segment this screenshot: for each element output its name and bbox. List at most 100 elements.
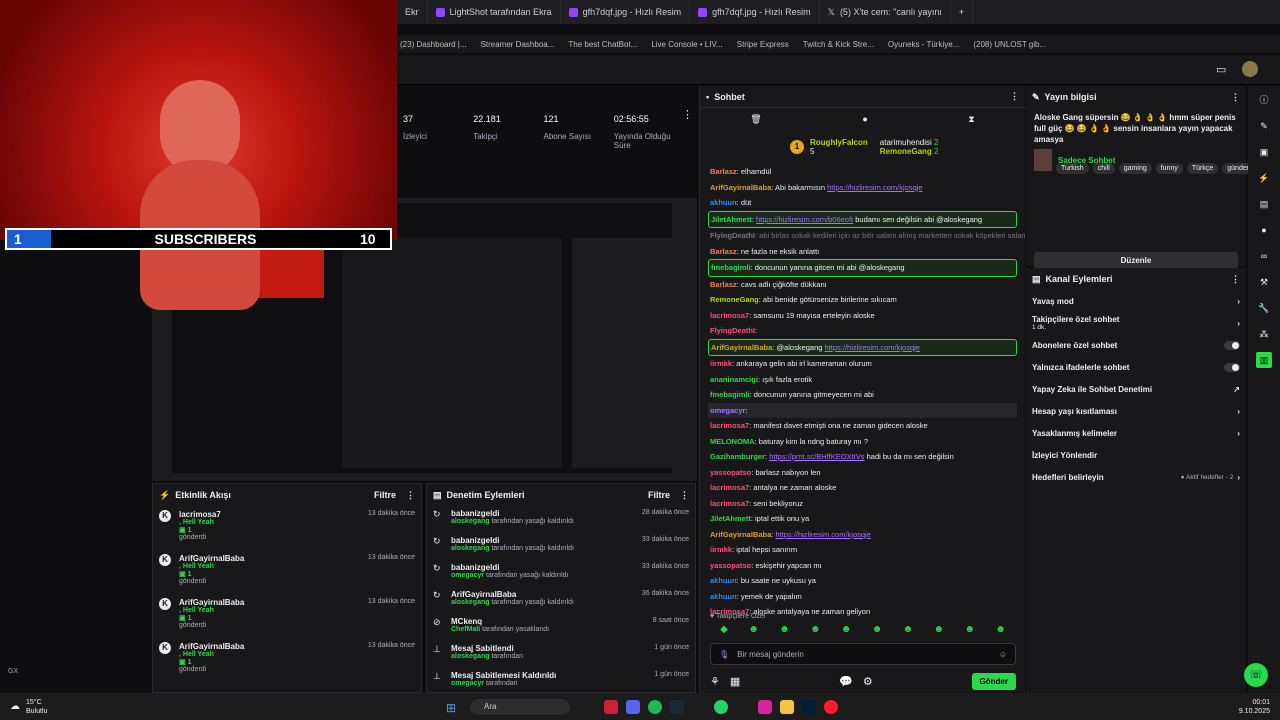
emoji-icon[interactable]: ☺	[999, 650, 1007, 659]
mod-action-item[interactable]: ⊥ Mesaj Sabitlendi aloskegang tarafından 1 …	[427, 641, 695, 668]
channel-action-item[interactable]: Takipçilere özel sohbet 1 dk. ›	[1026, 312, 1246, 334]
tools-icon[interactable]: ⚒	[1256, 274, 1272, 290]
bookmark[interactable]: Oyuneks - Türkiye...	[888, 40, 959, 49]
chat-message[interactable]: fmebagimli: doncunun yanına gitmeyecen m…	[700, 387, 1025, 403]
chat-username[interactable]: ananinamcigi	[710, 375, 758, 384]
browser-tab[interactable]: 𝕏 (5) X'te cem: "canlı yayını	[820, 0, 951, 24]
channel-action-item[interactable]: Hedefleri belirleyin ● Aktif hedefler - 2…	[1026, 466, 1246, 488]
chat-message[interactable]: JiletAhmett: iptal ettik onu ya	[700, 511, 1025, 527]
document-icon[interactable]: ▤	[1256, 196, 1272, 212]
mod-action-item[interactable]: ↻ babanizgeldi aloskegang tarafından yasağ…	[427, 506, 695, 533]
microphone-icon[interactable]: 🎙	[719, 650, 729, 659]
channel-action-item[interactable]: Yalnızca ifadelerle sohbet	[1026, 356, 1246, 378]
chat-message[interactable]: akhuun: yemek de yapalım	[700, 589, 1025, 605]
clock[interactable]: 00:01 9.10.2025	[1239, 698, 1270, 716]
mod-action-item[interactable]: ↻ babanizgeldi omegacyr tarafından yasağı …	[427, 560, 695, 587]
lightning-icon[interactable]: ⚡	[1256, 170, 1272, 186]
chat-username[interactable]: Barlasz	[710, 280, 737, 289]
mod-action-item[interactable]: ⊘ MCkenq ChefMali tarafından yasaklandı 8 s…	[427, 614, 695, 641]
emote-icon[interactable]: ☻	[903, 624, 914, 635]
chat-message[interactable]: RemoneGang: abi benide götürsenize biril…	[700, 292, 1025, 308]
bookmark[interactable]: (23) Dashboard |...	[400, 40, 467, 49]
emote-icon[interactable]: ☻	[779, 624, 790, 635]
chat-username[interactable]: lacrimosa7	[710, 483, 749, 492]
emote-icon[interactable]: ☻	[841, 624, 852, 635]
emote-icon[interactable]: ☻	[748, 624, 759, 635]
chat-message[interactable]: ArifGayirnalBaba: https://hizliresim.com…	[700, 527, 1025, 543]
trash-icon[interactable]: 🗑	[750, 114, 761, 125]
chat-username[interactable]: akhuun	[710, 198, 737, 207]
channel-action-item[interactable]: İzleyici Yönlendir	[1026, 444, 1246, 466]
tag[interactable]: chill	[1092, 163, 1115, 174]
emote-icon[interactable]: ◆	[720, 624, 728, 635]
chat-message[interactable]: lacrimosa7: manifest davet etmişti ona n…	[700, 418, 1025, 434]
hourglass-icon[interactable]: ⧗	[968, 114, 974, 125]
info-icon[interactable]: ⓘ	[1256, 92, 1272, 108]
chat-message[interactable]: omegacyr:	[708, 402, 1017, 418]
chat-message[interactable]: JiletAhmett: https://hizliresim.com/b06e…	[708, 210, 1017, 228]
chat-username[interactable]: fmebagimli	[710, 390, 750, 399]
chat-username[interactable]: JiletAhmett	[710, 514, 751, 523]
tag[interactable]: Turkish	[1056, 163, 1089, 174]
chat-username[interactable]: ArifGayirnalBaba	[711, 343, 772, 352]
bookmark[interactable]: (208) UNLOST gib...	[973, 40, 1046, 49]
chat-message[interactable]: MELONOMA: baturay kim la ndng baturay mı…	[700, 434, 1025, 450]
browser-tab[interactable]: gfh7dqf.jpg - Hızlı Resim	[561, 0, 691, 24]
chat-message[interactable]: iirmkk: iptal hepsi sanırım	[700, 542, 1025, 558]
share-icon[interactable]: ⁂	[1256, 326, 1272, 342]
chat-message[interactable]: lacrimosa7: seni bekliyoruz	[700, 496, 1025, 512]
chat-link[interactable]: https://hizliresim.com/kjosqje	[825, 343, 920, 352]
mod-action-item[interactable]: ↻ ArifGayirnalBaba aloskegang tarafından y…	[427, 587, 695, 614]
emote-icon[interactable]: ☻	[810, 624, 821, 635]
chat-username[interactable]: ArifGayirnalBaba	[710, 183, 771, 192]
calendar-icon[interactable]: ▦	[730, 675, 740, 688]
activity-item[interactable]: Klacrimosa7, Hell Yeah ▣ 1 gönderdi 13 daki…	[153, 506, 421, 550]
spotify-icon[interactable]	[648, 700, 662, 714]
chat-username[interactable]: Barlasz	[710, 247, 737, 256]
chat-username[interactable]: JiletAhmett	[711, 215, 752, 224]
browser-tab[interactable]: Ekr	[397, 0, 428, 24]
channel-action-item[interactable]: Yapay Zeka ile Sohbet Denetimi ↗	[1026, 378, 1246, 400]
browser-tab[interactable]: gfh7dqf.jpg - Hızlı Resim	[690, 0, 820, 24]
chat-username[interactable]: fmebagimli	[711, 263, 751, 272]
taskbar-search[interactable]: Ara	[470, 699, 570, 715]
chat-username[interactable]: lacrimosa7	[710, 499, 749, 508]
steam-icon[interactable]	[670, 700, 684, 714]
gift-icon[interactable]: ⚘	[710, 675, 720, 688]
app-icon[interactable]	[604, 700, 618, 714]
wrench-icon[interactable]: 🔧	[1256, 300, 1272, 316]
activity-item[interactable]: K ArifGayirnalBaba, Hell Yeah ▣ 1 gönderdi 1…	[153, 594, 421, 638]
channel-action-item[interactable]: Hesap yaşı kısıtlaması ›	[1026, 400, 1246, 422]
chat-message[interactable]: ArifGayirnalBaba: Abi bakarmısın https:/…	[700, 180, 1025, 196]
chat-message[interactable]: Gazihamburger: https://prnt.sc/BHffKEOXt…	[700, 449, 1025, 465]
avatar[interactable]	[1242, 61, 1258, 77]
chat-link[interactable]: https://hizliresim.com/kjosqje	[827, 183, 922, 192]
bookmark[interactable]: Twitch & Kick Stre...	[803, 40, 874, 49]
emote-icon[interactable]: ☻	[964, 624, 975, 635]
support-chat-icon[interactable]: ☏	[1244, 663, 1268, 687]
activity-item[interactable]: K ArifGayirnalBaba, Hell Yeah ▣ 1 gönderdi 1…	[153, 638, 421, 682]
chat-message[interactable]: ananinamcigi: ışık fazla erotik	[700, 372, 1025, 388]
discord-icon[interactable]	[626, 700, 640, 714]
activity-item[interactable]: K ArifGayirnalBaba, Hell Yeah ▣ 1 gönderdi 1…	[153, 550, 421, 594]
photoshop-icon[interactable]	[802, 700, 816, 714]
whatsapp-icon[interactable]	[714, 700, 728, 714]
chat-username[interactable]: ArifGayirnalBaba	[710, 530, 771, 539]
chat-message[interactable]: Barlasz: ne fazla ne eksik anlattı	[700, 244, 1025, 260]
folder-icon[interactable]	[780, 700, 794, 714]
chat-bubble-icon[interactable]: 💬	[839, 675, 853, 688]
chat-username[interactable]: lacrimosa7	[710, 421, 749, 430]
chat-bubble-icon[interactable]: ●	[1256, 222, 1272, 238]
instagram-icon[interactable]	[758, 700, 772, 714]
chat-username[interactable]: iirmkk	[710, 359, 732, 368]
more-options-icon[interactable]: ⋮	[1231, 274, 1240, 285]
chat-message[interactable]: lacrimosa7: antalya ne zaman aloske	[700, 480, 1025, 496]
chat-message[interactable]: akhuun: düt	[700, 195, 1025, 211]
chat-username[interactable]: yassopatso	[710, 561, 751, 570]
chat-message[interactable]: fmebagimli: doncunun yanına gitcen mi ab…	[708, 259, 1017, 277]
chat-username[interactable]: RemoneGang	[710, 295, 759, 304]
browser-tab[interactable]: LightShot tarafından Ekra	[428, 0, 561, 24]
tag[interactable]: Türkçe	[1186, 163, 1219, 174]
new-tab-button[interactable]: +	[951, 0, 974, 24]
filter-button[interactable]: Filtre	[648, 490, 670, 501]
